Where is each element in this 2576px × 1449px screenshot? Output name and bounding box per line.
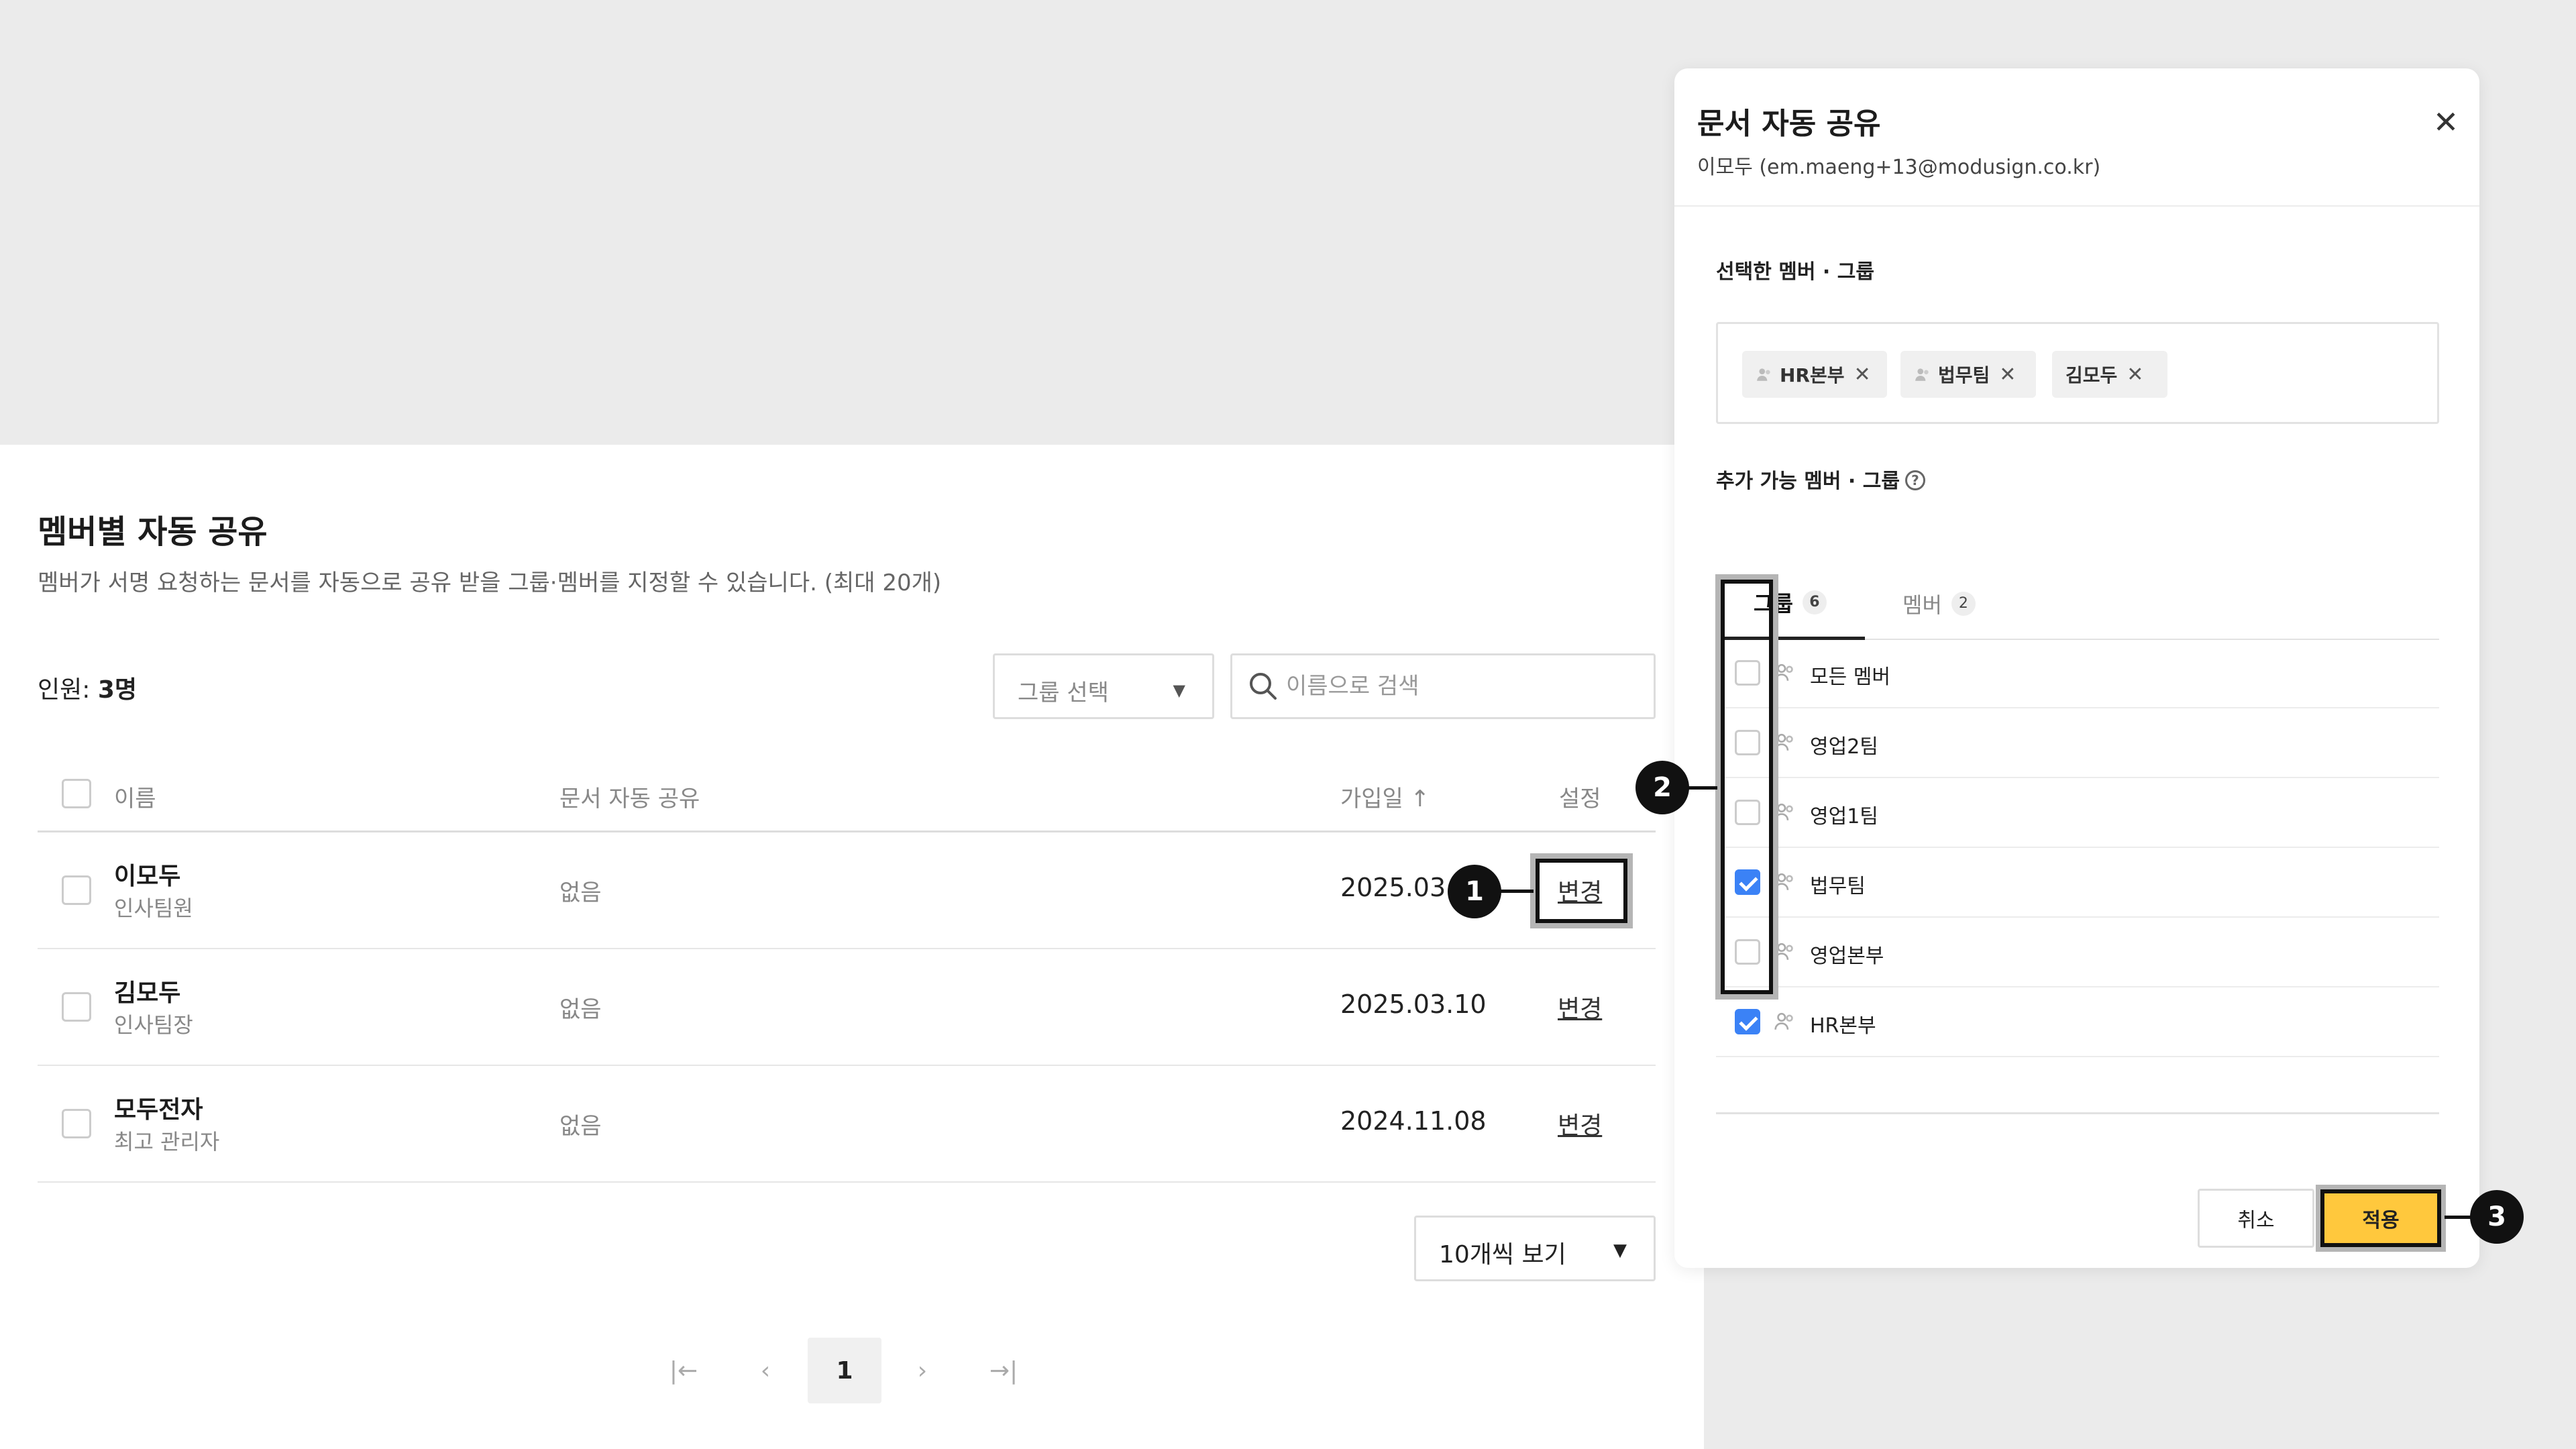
joined-date: 2024.11.08 [1340,1106,1487,1136]
selected-section-label: 선택한 멤버 · 그룹 [1716,260,1874,284]
page-number-current[interactable]: 1 [808,1338,881,1403]
group-label: 영업본부 [1810,945,1884,968]
column-settings: 설정 [1559,786,1601,812]
search-input[interactable] [1286,665,1635,708]
tab-groups-count: 6 [1802,590,1827,614]
selected-chips-box: HR본부 ✕ 법무팀 ✕ 김모두 ✕ [1716,322,2439,424]
member-count-label: 인원: [38,676,98,704]
group-label: 법무팀 [1810,875,1866,898]
modal-divider [1674,205,2479,207]
last-page-button[interactable]: →| [977,1338,1030,1403]
cancel-button[interactable]: 취소 [2198,1189,2314,1248]
list-item[interactable]: HR본부 [1716,987,2439,1057]
list-item[interactable]: 영업1팀 [1716,778,2439,848]
callout-marker-1: 1 [1448,865,1501,918]
member-role: 인사팀장 [114,1012,193,1038]
row-checkbox[interactable] [62,875,91,905]
search-box [1230,653,1656,719]
list-item[interactable]: 모든 멤버 [1716,639,2439,708]
first-page-button[interactable]: |← [660,1338,707,1403]
chip-label: HR본부 [1780,364,1845,386]
page-title: 멤버별 자동 공유 [38,513,268,551]
change-link[interactable]: 변경 [1558,989,1602,1024]
selected-chip: 김모두 ✕ [2052,351,2167,398]
tab-members-count: 2 [1951,592,1976,616]
group-select-dropdown[interactable]: 그룹 선택 ▼ [993,653,1214,719]
highlight-apply-button: 적용 [2316,1185,2446,1252]
column-name: 이름 [114,786,156,812]
group-label: 모든 멤버 [1810,665,1890,689]
auto-share-value: 없음 [559,879,602,906]
group-label: HR본부 [1810,1014,1876,1038]
tab-members[interactable]: 멤버 2 [1902,568,2017,640]
row-checkbox[interactable] [62,1109,91,1138]
page-description: 멤버가 서명 요청하는 문서를 자동으로 공유 받을 그룹·멤버를 지정할 수 … [38,570,942,596]
row-checkbox[interactable] [62,992,91,1022]
auto-share-value: 없음 [559,996,602,1023]
modal-tabs: 그룹 6 멤버 2 [1716,568,2439,640]
remove-chip-icon[interactable]: ✕ [1999,363,2016,386]
modal-subtitle: 이모두 (em.maeng+13@modusign.co.kr) [1697,156,2101,179]
modal-title: 문서 자동 공유 [1697,107,1881,141]
member-name: 이모두 [114,863,181,890]
list-item[interactable]: 영업본부 [1716,918,2439,987]
member-count-value: 3명 [97,676,137,704]
available-section-text: 추가 가능 멤버 · 그룹 [1716,470,1900,493]
apply-button[interactable]: 적용 [2320,1189,2441,1247]
auto-share-modal: 문서 자동 공유 이모두 (em.maeng+13@modusign.co.kr… [1674,68,2479,1268]
remove-chip-icon[interactable]: ✕ [1854,363,1871,386]
list-item[interactable]: 법무팀 [1716,848,2439,918]
remove-chip-icon[interactable]: ✕ [2127,363,2143,386]
next-page-button[interactable]: › [899,1338,946,1403]
people-icon [1915,368,1929,381]
auto-share-value: 없음 [559,1113,602,1140]
highlight-checkbox-column [1715,574,1778,1000]
member-name: 모두전자 [114,1096,203,1124]
member-count: 인원: 3명 [38,670,137,705]
table-row: 이모두 인사팀원 없음 2025.03.1 변경 [38,833,1656,949]
select-all-checkbox[interactable] [62,779,91,808]
search-icon [1250,673,1277,700]
member-role: 인사팀원 [114,896,193,921]
column-joined-date[interactable]: 가입일 ↑ [1340,780,1430,813]
per-page-label: 10개씩 보기 [1439,1241,1566,1269]
group-label: 영업2팀 [1810,735,1878,759]
prev-page-button[interactable]: ‹ [742,1338,789,1403]
table-header: 이름 문서 자동 공유 가입일 ↑ 설정 [38,755,1656,833]
callout-marker-2: 2 [1635,761,1689,814]
joined-date: 2025.03.10 [1340,989,1487,1019]
close-icon[interactable]: ✕ [2426,102,2466,142]
group-label: 영업1팀 [1810,805,1878,828]
chip-label: 법무팀 [1938,364,1990,386]
people-icon [1757,368,1770,381]
list-bottom-divider [1716,1112,2439,1114]
member-name: 김모두 [114,979,181,1007]
help-icon[interactable]: ? [1904,470,1925,490]
caret-down-icon: ▼ [1613,1240,1627,1260]
per-page-select[interactable]: 10개씩 보기 ▼ [1414,1216,1656,1281]
chip-label: 김모두 [2065,364,2118,386]
caret-down-icon: ▼ [1173,681,1185,700]
member-role: 최고 관리자 [114,1129,220,1155]
callout-marker-3: 3 [2470,1190,2524,1244]
member-auto-share-page: 멤버별 자동 공유 멤버가 서명 요청하는 문서를 자동으로 공유 받을 그룹·… [0,445,1704,1449]
group-select-label: 그룹 선택 [1018,680,1109,706]
table-row: 모두전자 최고 관리자 없음 2024.11.08 변경 [38,1066,1656,1183]
change-link[interactable]: 변경 [1558,1106,1602,1141]
table-row: 김모두 인사팀장 없음 2025.03.10 변경 [38,949,1656,1066]
available-section-label: 추가 가능 멤버 · 그룹? [1716,464,1925,494]
tab-members-label: 멤버 [1902,592,1942,618]
people-icon [1774,1012,1793,1030]
group-checkbox-checked[interactable] [1735,1009,1760,1034]
highlight-change-link [1530,853,1633,928]
list-item[interactable]: 영업2팀 [1716,708,2439,778]
selected-chip: HR본부 ✕ [1742,351,1887,398]
selected-chip: 법무팀 ✕ [1900,351,2036,398]
column-auto-share: 문서 자동 공유 [559,786,700,812]
callout-connector [1500,890,1534,893]
